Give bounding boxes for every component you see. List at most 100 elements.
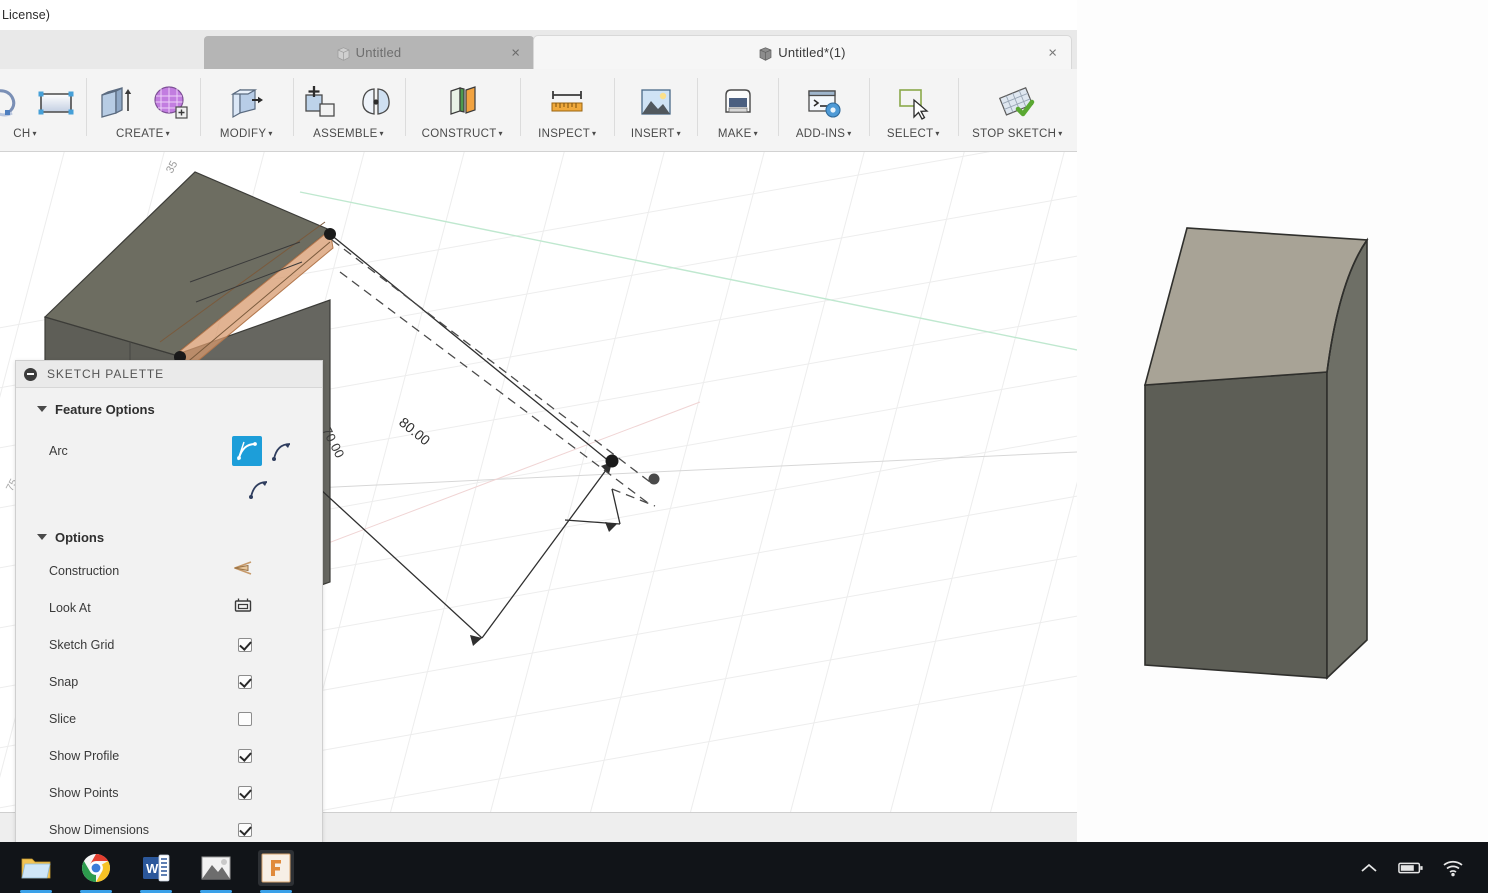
tab-bar-spacer bbox=[0, 30, 204, 69]
ribbon-label-text: CONSTRUCT bbox=[421, 128, 497, 140]
ribbon-label-text: CREATE bbox=[116, 128, 164, 140]
ribbon-group-label[interactable]: MODIFY ▾ bbox=[220, 128, 273, 140]
show-profile-checkbox[interactable] bbox=[238, 748, 252, 763]
arc-option-buttons bbox=[232, 430, 322, 508]
row-slice[interactable]: Slice bbox=[16, 700, 322, 737]
row-label: Slice bbox=[49, 711, 77, 726]
revolve-icon[interactable] bbox=[0, 79, 26, 127]
arc-center-point-button[interactable] bbox=[267, 436, 297, 466]
3d-print-icon[interactable] bbox=[714, 79, 762, 127]
ribbon-label-text: INSPECT bbox=[538, 128, 591, 140]
taskbar-file-explorer[interactable] bbox=[18, 850, 54, 893]
sketch-grid-checkbox[interactable] bbox=[238, 637, 252, 652]
snap-checkbox[interactable] bbox=[238, 674, 252, 689]
folder-icon bbox=[21, 858, 51, 878]
ribbon-group-create: CREATE ▾ bbox=[86, 69, 200, 152]
model-preview-region[interactable] bbox=[1077, 0, 1488, 842]
taskbar-google-chrome[interactable] bbox=[78, 850, 114, 893]
ribbon-group-label[interactable]: CONSTRUCT ▾ bbox=[422, 128, 503, 140]
row-show-dimensions[interactable]: Show Dimensions bbox=[16, 811, 322, 842]
row-look-at[interactable]: Look At bbox=[16, 589, 322, 626]
dimension-label-1: 80.00 bbox=[396, 414, 433, 449]
section-options[interactable]: Options bbox=[16, 522, 322, 552]
document-tab-untitled-1[interactable]: Untitled*(1) × bbox=[534, 36, 1071, 69]
sketch-palette-body: Feature Options Arc Options Construction… bbox=[16, 388, 322, 842]
document-tab-label: Untitled*(1) bbox=[778, 45, 846, 60]
running-indicator bbox=[200, 889, 232, 893]
sketch-palette-header: SKETCH PALETTE bbox=[16, 361, 322, 388]
press-pull-icon[interactable] bbox=[222, 79, 270, 127]
section-feature-options[interactable]: Feature Options bbox=[16, 394, 322, 424]
offset-plane-icon[interactable] bbox=[438, 79, 486, 127]
form-icon[interactable] bbox=[146, 79, 194, 127]
battery-icon[interactable] bbox=[1398, 855, 1424, 881]
ribbon-group-inspect: INSPECT ▾ bbox=[520, 69, 614, 152]
stop-sketch-icon[interactable] bbox=[993, 79, 1041, 127]
insert-image-icon[interactable] bbox=[632, 79, 680, 127]
screen: License) Untitled × Untitled*(1) × CH ▾ … bbox=[0, 0, 1488, 893]
arc-tangent-button[interactable] bbox=[244, 474, 274, 504]
row-label: Show Profile bbox=[49, 748, 120, 763]
show-points-checkbox[interactable] bbox=[238, 785, 252, 800]
model-preview-canvas bbox=[1143, 227, 1369, 680]
measure-icon[interactable] bbox=[543, 79, 591, 127]
construction-line-icon[interactable] bbox=[232, 561, 252, 580]
row-show-points[interactable]: Show Points bbox=[16, 774, 322, 811]
show-dimensions-checkbox[interactable] bbox=[238, 822, 252, 837]
row-show-profile[interactable]: Show Profile bbox=[16, 737, 322, 774]
ribbon-group-label[interactable]: STOP SKETCH ▾ bbox=[972, 128, 1062, 140]
slice-checkbox[interactable] bbox=[238, 711, 252, 726]
collapse-icon[interactable] bbox=[24, 367, 37, 381]
wifi-icon[interactable] bbox=[1440, 855, 1466, 881]
running-indicator bbox=[80, 889, 112, 893]
row-construction[interactable]: Construction bbox=[16, 552, 322, 589]
chevron-up-icon[interactable] bbox=[1356, 855, 1382, 881]
ribbon-group-label[interactable]: ASSEMBLE ▾ bbox=[313, 128, 384, 140]
joint-icon[interactable] bbox=[352, 79, 400, 127]
ribbon-group-label[interactable]: ADD-INS ▾ bbox=[796, 128, 852, 140]
tab-close-icon[interactable]: × bbox=[1048, 45, 1057, 60]
look-at-icon[interactable] bbox=[234, 597, 252, 618]
ribbon-label-text: SELECT bbox=[886, 128, 934, 140]
chevron-down-icon: ▾ bbox=[753, 129, 758, 138]
rectangle-icon[interactable] bbox=[32, 79, 80, 127]
ribbon-group-label[interactable]: CH ▾ bbox=[13, 128, 37, 140]
document-tab-bar: Untitled × Untitled*(1) × bbox=[0, 30, 1077, 69]
extrude-icon[interactable] bbox=[92, 79, 140, 127]
chevron-down-icon: ▾ bbox=[32, 129, 37, 138]
chevron-down-icon: ▾ bbox=[498, 129, 503, 138]
fusion-icon bbox=[261, 853, 291, 882]
taskbar-fusion-360[interactable] bbox=[258, 849, 294, 893]
new-component-icon[interactable] bbox=[298, 79, 346, 127]
tab-close-icon[interactable]: × bbox=[511, 45, 520, 60]
row-snap[interactable]: Snap bbox=[16, 663, 322, 700]
ribbon-group-label[interactable]: CREATE ▾ bbox=[116, 128, 170, 140]
row-label: Look At bbox=[49, 600, 91, 615]
ribbon-label-text: MAKE bbox=[717, 128, 752, 140]
ribbon-group-make: MAKE ▾ bbox=[697, 69, 778, 152]
chevron-down-icon: ▾ bbox=[379, 129, 384, 138]
ribbon-label-text: STOP SKETCH bbox=[972, 128, 1057, 140]
ribbon-group-label[interactable]: MAKE ▾ bbox=[718, 128, 758, 140]
row-label: Snap bbox=[49, 674, 79, 689]
ribbon-group-label[interactable]: INSPECT ▾ bbox=[538, 128, 596, 140]
row-label: Sketch Grid bbox=[49, 637, 115, 652]
ribbon-group-assemble: ASSEMBLE ▾ bbox=[292, 69, 405, 152]
fusion-doc-icon bbox=[337, 46, 350, 61]
ribbon-label-text: ADD-INS bbox=[795, 128, 846, 140]
scripts-addins-icon[interactable] bbox=[800, 79, 848, 127]
row-sketch-grid[interactable]: Sketch Grid bbox=[16, 626, 322, 663]
ribbon-group-label[interactable]: SELECT ▾ bbox=[887, 128, 940, 140]
chrome-icon bbox=[82, 853, 110, 882]
taskbar-photos-app[interactable] bbox=[198, 850, 234, 893]
ribbon-label-text: ASSEMBLE bbox=[313, 128, 378, 140]
document-tab-label: Untitled bbox=[355, 45, 402, 60]
system-tray bbox=[1356, 855, 1488, 881]
document-tab-untitled[interactable]: Untitled × bbox=[204, 36, 534, 69]
ribbon-group-label[interactable]: INSERT ▾ bbox=[631, 128, 681, 140]
select-window-icon[interactable] bbox=[889, 79, 937, 127]
ribbon-toolbar: CH ▾ CREATE ▾ MODIFY ▾ ASSEMBLE ▾ CONSTR… bbox=[0, 69, 1077, 152]
chevron-down-icon: ▾ bbox=[935, 129, 940, 138]
taskbar-microsoft-word[interactable]: W bbox=[138, 850, 174, 893]
arc-3-point-button[interactable] bbox=[232, 436, 262, 466]
